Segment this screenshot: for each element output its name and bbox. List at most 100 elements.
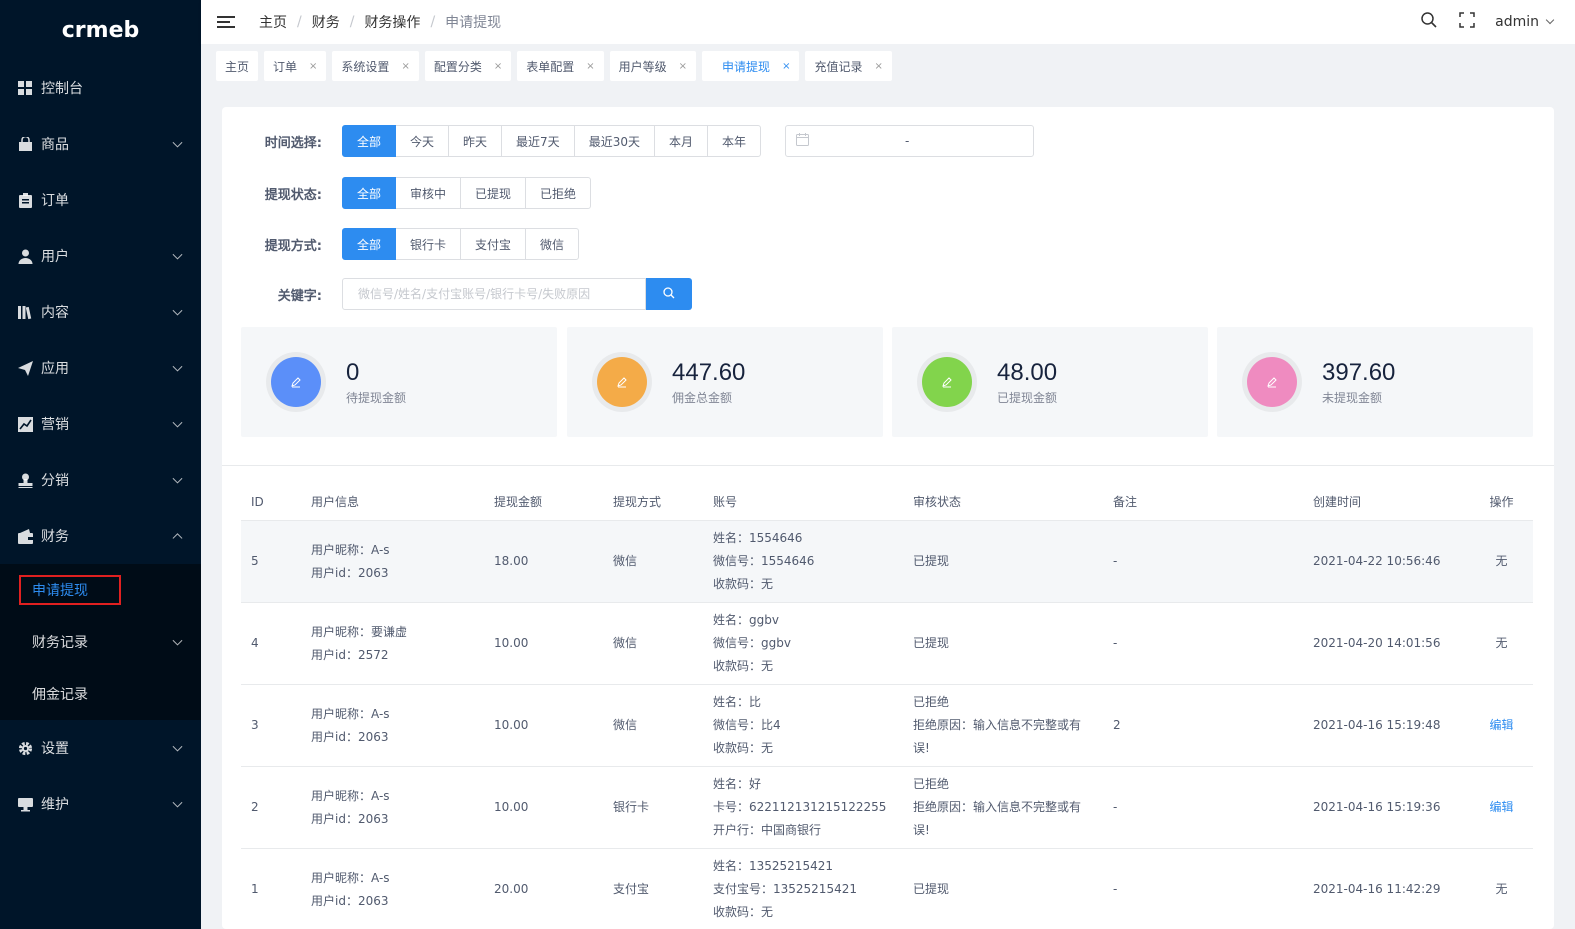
chevron-down-icon [172,797,183,808]
cell-id: 4 [251,636,259,650]
breadcrumb-item[interactable]: 财务 [312,12,340,32]
filter-label: 提现状态: [264,187,322,203]
close-icon[interactable]: × [874,61,882,72]
table-row[interactable]: 1 用户昵称：A-s 用户id：2063 20.00 支付宝 姓名：1352521… [241,849,1533,929]
sidebar-item-label: 设置 [41,741,69,757]
close-icon[interactable]: × [401,61,409,72]
sidebar-item-dashboard[interactable]: 控制台 [0,60,201,116]
tab-config-category[interactable]: 配置分类 × [424,51,512,81]
user-menu[interactable]: admin [1495,14,1555,30]
search-button[interactable] [646,278,692,310]
cell-op: 无 [1495,554,1508,568]
sidebar-item-label: 应用 [41,361,69,377]
close-icon[interactable]: × [782,61,790,72]
close-icon[interactable]: × [494,61,502,72]
dashboard-icon [17,80,33,96]
cell-status: 已提现 [903,878,1103,901]
date-range-picker[interactable]: - [785,125,1034,157]
tab-form-config[interactable]: 表单配置 × [517,51,604,81]
sidebar-item-content[interactable]: 内容 [0,284,201,340]
breadcrumb-item[interactable]: 主页 [259,12,287,32]
chevron-down-icon [1545,15,1555,25]
account-line: 支付宝号：13525215421 [713,882,857,896]
chevron-down-icon [172,473,183,484]
cell-user: 用户昵称：A-s 用户id：2063 [301,785,484,831]
time-filter: 时间选择: 全部 今天 昨天 最近7天 最近30天 本月 本年 - [222,125,1034,157]
time-option-all[interactable]: 全部 [342,125,397,157]
close-icon[interactable]: × [679,61,687,72]
sidebar-item-users[interactable]: 用户 [0,228,201,284]
user-icon [17,248,33,264]
method-option-all[interactable]: 全部 [342,228,397,260]
username: admin [1495,14,1539,30]
cell-time: 2021-04-20 14:01:56 [1313,636,1441,650]
sidebar-item-withdraw-request[interactable]: 申请提现 [0,564,201,616]
menu-toggle-icon[interactable] [217,13,235,31]
status-text: 已提现 [913,636,950,650]
tab-system-settings[interactable]: 系统设置 × [332,51,419,81]
table-row[interactable]: 3 用户昵称：A-s 用户id：2063 10.00 微信 姓名：比 微信号：比4 收… [241,685,1533,767]
search-icon[interactable] [1421,12,1437,32]
sidebar-item-products[interactable]: 商品 [0,116,201,172]
tab-recharge-records[interactable]: 充值记录 × [805,51,892,81]
cell-method: 银行卡 [613,800,650,814]
close-icon[interactable]: × [309,61,317,72]
sidebar-item-apps[interactable]: 应用 [0,340,201,396]
status-option-reviewing[interactable]: 审核中 [395,177,462,209]
sidebar-item-commission-records[interactable]: 佣金记录 [0,668,201,720]
sidebar-item-marketing[interactable]: 营销 [0,396,201,452]
time-option-year[interactable]: 本年 [706,125,761,157]
close-icon[interactable]: × [586,61,594,72]
tab-home[interactable]: 主页 [216,51,259,81]
edit-link[interactable]: 编辑 [1470,796,1533,819]
breadcrumb-item[interactable]: 财务操作 [364,12,420,32]
clipboard-icon [17,192,33,208]
method-options: 全部 银行卡 支付宝 微信 [342,228,580,260]
time-option-7days[interactable]: 最近7天 [501,125,575,157]
method-option-wechat[interactable]: 微信 [525,228,580,260]
time-option-today[interactable]: 今天 [395,125,450,157]
status-text: 已提现 [913,554,950,568]
keyword-search-input[interactable] [342,278,646,310]
time-option-month[interactable]: 本月 [653,125,708,157]
sidebar: crmeb 控制台 商品 订单 用户 内容 应用 营销 分销 财务 申请提现 财… [0,0,201,929]
sidebar-item-settings[interactable]: 设置 [0,720,201,776]
time-option-30days[interactable]: 最近30天 [573,125,655,157]
tabs-bar: 主页 订单 × 系统设置 × 配置分类 × 表单配置 × 用户等级 × 申请提现 × 充值记… [201,44,1575,88]
edit-link[interactable]: 编辑 [1470,714,1533,737]
status-option-rejected[interactable]: 已拒绝 [525,177,592,209]
stat-value: 48.00 [997,358,1058,386]
sidebar-item-finance-records[interactable]: 财务记录 [0,616,201,668]
status-text: 已拒绝 [913,777,950,791]
status-option-withdrawn[interactable]: 已提现 [460,177,527,209]
tab-user-level[interactable]: 用户等级 × [609,51,697,81]
sidebar-item-maintenance[interactable]: 维护 [0,776,201,832]
fullscreen-icon[interactable] [1459,12,1475,32]
keyword-filter: 关键字: [222,278,692,310]
table-row[interactable]: 2 用户昵称：A-s 用户id：2063 10.00 银行卡 姓名：好 卡号：622… [241,767,1533,849]
sidebar-item-finance[interactable]: 财务 [0,508,201,564]
stat-label: 已提现金额 [997,390,1058,405]
time-options: 全部 今天 昨天 最近7天 最近30天 本月 本年 [342,125,761,157]
finance-submenu: 申请提现 财务记录 佣金记录 [0,564,201,720]
tab-orders[interactable]: 订单 × [264,51,327,81]
method-option-bank[interactable]: 银行卡 [395,228,462,260]
status-options: 全部 审核中 已提现 已拒绝 [342,177,592,209]
status-option-all[interactable]: 全部 [342,177,397,209]
edit-icon [1247,357,1297,407]
time-option-yesterday[interactable]: 昨天 [448,125,503,157]
cell-time: 2021-04-16 15:19:48 [1313,718,1441,732]
sidebar-item-distribution[interactable]: 分销 [0,452,201,508]
method-option-alipay[interactable]: 支付宝 [460,228,527,260]
column-header: 审核状态 [913,495,962,509]
highlight-box [19,575,121,605]
logo[interactable]: crmeb [0,0,201,60]
table-row[interactable]: 4 用户昵称：要谦虚 用户id：2572 10.00 微信 姓名：ggbv 微信号：… [241,603,1533,685]
cell-amount: 10.00 [494,718,529,732]
cell-amount: 20.00 [494,882,529,896]
sidebar-item-orders[interactable]: 订单 [0,172,201,228]
column-header: 创建时间 [1313,495,1362,509]
tab-withdraw-request[interactable]: 申请提现 × [702,51,800,81]
table-row[interactable]: 5 用户昵称：A-s 用户id：2063 18.00 微信 姓名：1554646 微… [241,521,1533,603]
user-id: 用户id：2063 [311,811,389,826]
